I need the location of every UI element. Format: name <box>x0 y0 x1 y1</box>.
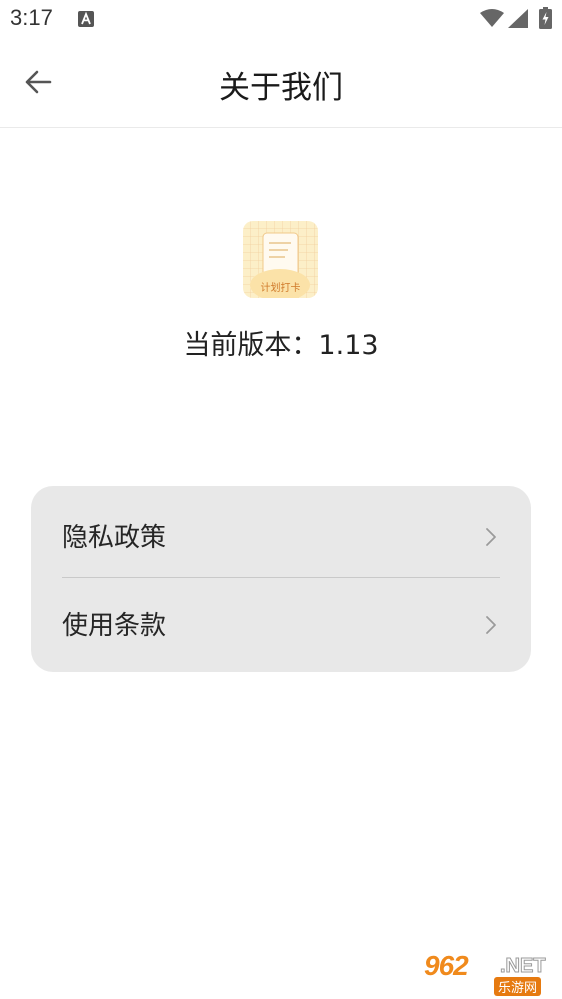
app-bar: 关于我们 <box>0 38 562 128</box>
battery-charging-icon <box>539 7 552 29</box>
page-title: 关于我们 <box>219 70 343 106</box>
wifi-icon <box>480 9 504 27</box>
status-time: 3:17 <box>10 5 53 30</box>
privacy-policy-item[interactable]: 隐私政策 <box>31 490 531 578</box>
menu-card: 隐私政策 使用条款 <box>31 486 531 672</box>
chevron-right-icon <box>486 616 496 634</box>
signal-icon <box>508 9 528 28</box>
chevron-right-icon <box>486 528 496 546</box>
status-bar: 3:17 <box>0 0 562 38</box>
version-label: 当前版本：1.13 <box>183 330 379 361</box>
site-watermark: 962 .NET 乐游网 <box>424 950 554 996</box>
privacy-policy-label: 隐私政策 <box>62 523 167 553</box>
watermark-brand: 962 <box>424 950 469 981</box>
app-logo: 计划打卡 <box>243 221 318 298</box>
watermark-subtitle: 乐游网 <box>494 977 542 996</box>
watermark-suffix: .NET <box>500 955 547 978</box>
terms-of-use-item[interactable]: 使用条款 <box>31 578 531 666</box>
a-icon <box>78 11 94 27</box>
terms-of-use-label: 使用条款 <box>62 611 167 641</box>
app-logo-text: 计划打卡 <box>261 281 301 294</box>
about-us-screen: 3:17 关于我们 计划打卡 当前版本：1.13 隐私政策 使用条款 962 .… <box>0 0 562 999</box>
